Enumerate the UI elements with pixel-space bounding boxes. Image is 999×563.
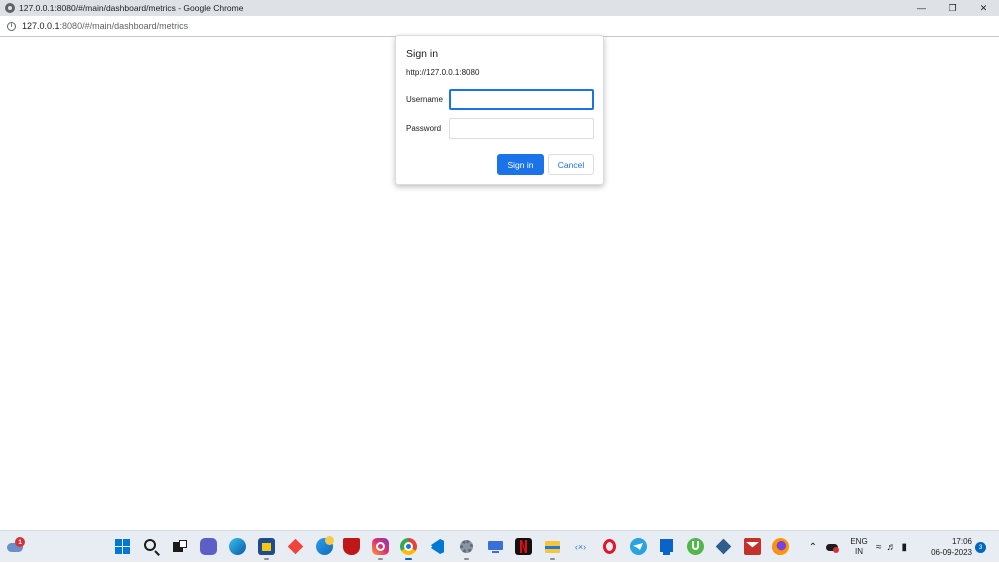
restore-icon[interactable]: ❐ bbox=[937, 0, 968, 16]
netflix-icon[interactable] bbox=[515, 538, 532, 555]
vscode-icon[interactable] bbox=[429, 538, 446, 555]
firefox-icon[interactable] bbox=[772, 538, 789, 555]
chrome-icon[interactable] bbox=[400, 538, 417, 560]
chrome-app-icon bbox=[5, 3, 15, 13]
media-icon[interactable] bbox=[658, 538, 675, 555]
task-view-icon[interactable] bbox=[171, 538, 188, 555]
virtualbox-icon[interactable] bbox=[715, 538, 732, 555]
weather-widget[interactable]: 1 bbox=[6, 537, 26, 555]
url-text[interactable]: 127.0.0.1:8080/#/main/dashboard/metrics bbox=[22, 21, 188, 31]
instagram-icon[interactable] bbox=[372, 538, 389, 560]
clock[interactable]: 17:06 06-09-2023 bbox=[926, 531, 972, 563]
window-titlebar: 127.0.0.1:8080/#/main/dashboard/metrics … bbox=[0, 0, 999, 16]
store-icon[interactable] bbox=[258, 538, 275, 560]
clock-date: 06-09-2023 bbox=[931, 548, 972, 557]
close-icon[interactable]: ✕ bbox=[968, 0, 999, 16]
opera-icon[interactable] bbox=[601, 538, 618, 555]
battery-icon[interactable]: ▮ bbox=[902, 542, 908, 553]
cancel-button[interactable]: Cancel bbox=[548, 154, 594, 175]
teams-chat-icon[interactable] bbox=[200, 538, 217, 555]
mcafee-icon[interactable] bbox=[343, 538, 360, 555]
clock-time: 17:06 bbox=[951, 537, 972, 546]
remote-desktop-icon[interactable] bbox=[487, 538, 504, 555]
volume-icon[interactable]: ♬ bbox=[887, 542, 897, 553]
dialog-origin: http://127.0.0.1:8080 bbox=[406, 68, 480, 77]
window-controls: — ❐ ✕ bbox=[906, 0, 999, 16]
notification-badge[interactable]: 3 bbox=[975, 542, 986, 553]
search-icon[interactable] bbox=[143, 538, 160, 556]
url-host: 127.0.0.1 bbox=[22, 21, 60, 31]
settings-icon[interactable] bbox=[458, 538, 475, 560]
onedrive-icon[interactable] bbox=[826, 531, 839, 563]
taskbar: 1 ‹×› ⌃ ENG IN ≈ ♬ ▮ 17:06 06-09-2023 3 bbox=[0, 530, 999, 562]
window-title: 127.0.0.1:8080/#/main/dashboard/metrics … bbox=[19, 3, 244, 13]
edge-icon[interactable] bbox=[229, 538, 246, 555]
sign-in-dialog: Sign in http://127.0.0.1:8080 Username P… bbox=[395, 35, 604, 185]
url-path: :8080/#/main/dashboard/metrics bbox=[59, 21, 189, 31]
sign-in-button[interactable]: Sign in bbox=[497, 154, 544, 175]
username-field[interactable] bbox=[449, 89, 594, 110]
username-label: Username bbox=[406, 95, 443, 104]
telegram-icon[interactable] bbox=[630, 538, 647, 555]
address-bar[interactable]: i 127.0.0.1:8080/#/main/dashboard/metric… bbox=[0, 16, 999, 37]
language-indicator[interactable]: ENG IN bbox=[850, 531, 868, 563]
anydesk-icon[interactable] bbox=[287, 538, 304, 555]
dialog-title: Sign in bbox=[406, 48, 439, 60]
password-field[interactable] bbox=[449, 118, 594, 139]
info-icon[interactable]: i bbox=[7, 21, 16, 31]
language-line2: IN bbox=[855, 547, 863, 556]
minimize-icon[interactable]: — bbox=[906, 0, 937, 16]
photos-icon[interactable] bbox=[316, 536, 334, 555]
password-label: Password bbox=[406, 124, 442, 133]
show-hidden-icons-button[interactable]: ⌃ bbox=[807, 531, 819, 563]
utorrent-icon[interactable] bbox=[687, 538, 704, 555]
mail-icon[interactable] bbox=[744, 538, 761, 555]
file-explorer-icon[interactable] bbox=[544, 538, 561, 560]
xampp-icon[interactable]: ‹×› bbox=[572, 538, 589, 555]
wifi-icon[interactable]: ≈ bbox=[876, 542, 882, 553]
start-icon[interactable] bbox=[114, 538, 131, 555]
system-tray-icons[interactable]: ≈ ♬ ▮ bbox=[876, 531, 907, 563]
language-line1: ENG bbox=[850, 537, 868, 546]
weather-badge: 1 bbox=[15, 537, 25, 547]
